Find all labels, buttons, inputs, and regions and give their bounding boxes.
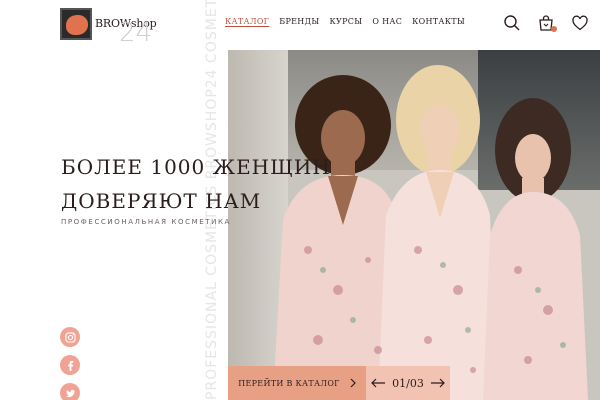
chevron-right-icon xyxy=(350,378,356,388)
hero-subtitle: ПРОФЕССИОНАЛЬНАЯ КОСМЕТИКА xyxy=(61,218,231,226)
nav-item-contacts[interactable]: КОНТАКТЫ xyxy=(412,17,465,26)
facebook-link[interactable] xyxy=(60,355,80,375)
cart-badge xyxy=(551,26,557,32)
hero-photo-women xyxy=(273,65,588,400)
social-links xyxy=(60,327,80,400)
headline-line-1: БОЛЕЕ 1000 ЖЕНЩИН xyxy=(61,155,331,179)
arrow-right-icon[interactable] xyxy=(430,378,446,388)
logo[interactable]: BROWshop 24 xyxy=(60,8,157,48)
instagram-link[interactable] xyxy=(60,327,80,347)
facebook-icon xyxy=(67,360,73,371)
nav-item-about[interactable]: О НАС xyxy=(372,17,402,26)
search-icon[interactable] xyxy=(503,14,521,32)
cta-label: ПЕРЕЙТИ В КАТАЛОГ xyxy=(238,378,340,388)
header: BROWshop 24 КАТАЛОГ БРЕНДЫ КУРСЫ О НАС К… xyxy=(0,0,600,50)
catalog-cta-button[interactable]: ПЕРЕЙТИ В КАТАЛОГ xyxy=(228,366,366,400)
instagram-icon xyxy=(64,331,76,343)
twitter-icon xyxy=(65,389,75,397)
twitter-link[interactable] xyxy=(60,383,80,400)
nav-item-brands[interactable]: БРЕНДЫ xyxy=(279,17,319,26)
arrow-left-icon[interactable] xyxy=(370,378,386,388)
slider-pager: 01/03 xyxy=(366,366,450,400)
slide-counter: 01/03 xyxy=(392,376,424,390)
nav-item-courses[interactable]: КУРСЫ xyxy=(330,17,363,26)
nav-item-catalog[interactable]: КАТАЛОГ xyxy=(225,17,269,26)
headline-line-2: ДОВЕРЯЮТ НАМ xyxy=(61,189,262,213)
cart-button[interactable] xyxy=(537,14,557,32)
header-icons xyxy=(503,14,589,32)
heart-icon[interactable] xyxy=(571,14,589,32)
logo-number: 24 xyxy=(119,18,153,48)
main-nav: КАТАЛОГ БРЕНДЫ КУРСЫ О НАС КОНТАКТЫ xyxy=(225,17,465,26)
logo-mark xyxy=(60,8,92,40)
hero-headline: БОЛЕЕ 1000 ЖЕНЩИН ДОВЕРЯЮТ НАМ xyxy=(61,150,331,218)
hero-image xyxy=(228,50,600,400)
